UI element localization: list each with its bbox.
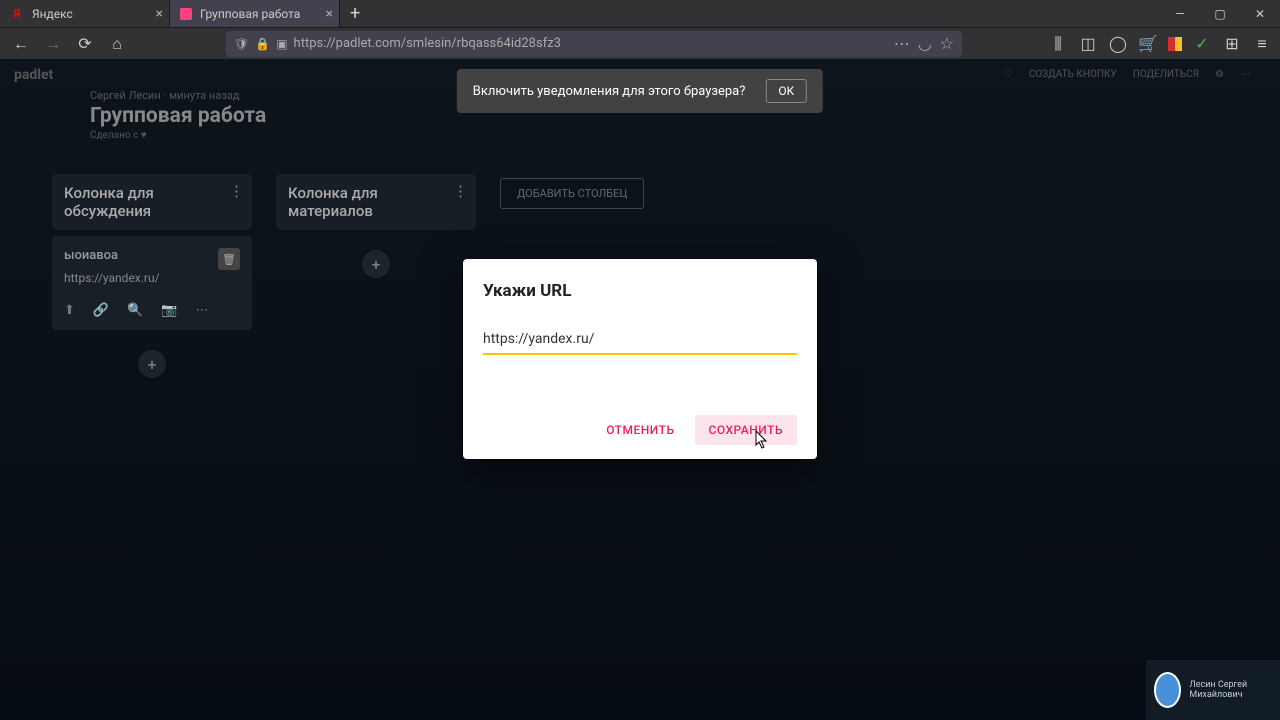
delete-icon[interactable]: 🗑 [218, 248, 240, 270]
column-header[interactable]: Колонка для материалов ⋮ [276, 174, 476, 230]
forward-button[interactable]: → [40, 31, 66, 57]
column-header[interactable]: Колонка для обсуждения ⋮ [52, 174, 252, 230]
url-modal: Укажи URL ОТМЕНИТЬ СОХРАНИТЬ [463, 259, 817, 459]
browser-tab-strip: Я Яндекс × Групповая работа × + — ▢ ✕ [0, 0, 1280, 27]
bookmark-icon[interactable]: ☆ [940, 34, 954, 53]
create-button[interactable]: СОЗДАТЬ КНОПКУ [1029, 69, 1117, 80]
avatar [1154, 672, 1181, 708]
new-tab-button[interactable]: + [340, 3, 370, 24]
url-bar[interactable]: 🛡 🔒 ▣ https://padlet.com/smlesin/rbqass6… [226, 31, 962, 57]
page-content: padlet Сергей Лесин · минута назад Групп… [0, 59, 1280, 720]
browser-toolbar: ← → ⟳ ⌂ 🛡 🔒 ▣ https://padlet.com/smlesin… [0, 27, 1280, 59]
add-card-button[interactable]: + [138, 350, 166, 378]
notification-bar: Включить уведомления для этого браузера?… [457, 69, 823, 113]
user-name: Лесин Сергей Михайлович [1189, 680, 1272, 700]
reader-icon[interactable]: ◡ [918, 34, 932, 53]
modal-actions: ОТМЕНИТЬ СОХРАНИТЬ [483, 415, 797, 445]
upload-icon[interactable]: ⬆ [64, 303, 75, 318]
cancel-button[interactable]: ОТМЕНИТЬ [592, 415, 688, 445]
padlet-header: Сергей Лесин · минута назад Групповая ра… [90, 89, 266, 141]
more-icon[interactable]: ⋯ [195, 303, 208, 318]
account-icon[interactable]: ◯ [1108, 34, 1128, 54]
author-info: Сергей Лесин · минута назад [90, 89, 266, 102]
check-icon[interactable]: ✓ [1192, 34, 1212, 54]
board-actions: ♡ СОЗДАТЬ КНОПКУ ПОДЕЛИТЬСЯ ⚙ ⋯ [1004, 69, 1250, 80]
post-card[interactable]: 🗑 ыоиавоа https://yandex.ru/ ⬆ 🔗 🔍 📷 ⋯ [52, 236, 252, 330]
more-icon[interactable]: ⋯ [1240, 69, 1250, 80]
menu-icon[interactable]: ≡ [1252, 34, 1272, 54]
close-icon[interactable]: × [156, 6, 163, 22]
browser-tab-padlet[interactable]: Групповая работа × [170, 0, 340, 27]
made-with: Сделано с ♥ [90, 130, 266, 141]
user-badge[interactable]: Лесин Сергей Михайлович [1146, 660, 1280, 720]
card-url: https://yandex.ru/ [64, 271, 240, 285]
camera-icon[interactable]: 📷 [161, 303, 177, 318]
close-button[interactable]: ✕ [1240, 0, 1280, 27]
home-button[interactable]: ⌂ [104, 31, 130, 57]
search-icon[interactable]: 🔍 [127, 303, 143, 318]
notification-ok-button[interactable]: OK [765, 79, 807, 103]
extensions-icon[interactable]: ⊞ [1222, 34, 1242, 54]
padlet-logo[interactable]: padlet [14, 67, 53, 83]
library-icon[interactable]: ⫼ [1048, 34, 1068, 54]
permission-icon: ▣ [276, 37, 287, 51]
card-tools: ⬆ 🔗 🔍 📷 ⋯ [64, 303, 240, 318]
yandex-favicon: Я [10, 7, 24, 21]
maximize-button[interactable]: ▢ [1200, 0, 1240, 27]
back-button[interactable]: ← [8, 31, 34, 57]
page-actions-icon[interactable]: ⋯ [894, 34, 910, 53]
column-materials: Колонка для материалов ⋮ + [276, 174, 476, 278]
close-icon[interactable]: × [326, 6, 333, 22]
padlet-favicon [180, 8, 192, 20]
column-menu-icon[interactable]: ⋮ [453, 182, 468, 200]
lock-icon: 🔒 [255, 37, 270, 51]
url-text: https://padlet.com/smlesin/rbqass64id28s… [294, 36, 888, 51]
tab-title: Яндекс [32, 7, 73, 21]
notification-text: Включить уведомления для этого браузера? [473, 84, 746, 99]
browser-tab-yandex[interactable]: Я Яндекс × [0, 0, 170, 27]
reload-button[interactable]: ⟳ [72, 31, 98, 57]
share-button[interactable]: ПОДЕЛИТЬСЯ [1133, 69, 1199, 80]
column-discussion: Колонка для обсуждения ⋮ 🗑 ыоиавоа https… [52, 174, 252, 378]
cart-icon[interactable]: 🛒 [1138, 34, 1158, 54]
window-controls: — ▢ ✕ [1160, 0, 1280, 27]
column-menu-icon[interactable]: ⋮ [229, 182, 244, 200]
flag-icon[interactable] [1168, 37, 1182, 51]
card-title[interactable]: ыоиавоа [64, 248, 240, 263]
minimize-button[interactable]: — [1160, 0, 1200, 27]
board-title[interactable]: Групповая работа [90, 104, 266, 128]
heart-icon[interactable]: ♡ [1004, 69, 1013, 80]
save-button[interactable]: СОХРАНИТЬ [695, 415, 798, 445]
url-input[interactable] [483, 325, 797, 355]
tab-title: Групповая работа [200, 7, 300, 21]
link-icon[interactable]: 🔗 [93, 303, 109, 318]
settings-icon[interactable]: ⚙ [1215, 69, 1224, 80]
shield-icon: 🛡 [234, 37, 249, 51]
modal-title: Укажи URL [483, 281, 797, 301]
sidebar-icon[interactable]: ◫ [1078, 34, 1098, 54]
add-column-button[interactable]: ДОБАВИТЬ СТОЛБЕЦ [500, 178, 644, 209]
add-card-button[interactable]: + [362, 250, 390, 278]
